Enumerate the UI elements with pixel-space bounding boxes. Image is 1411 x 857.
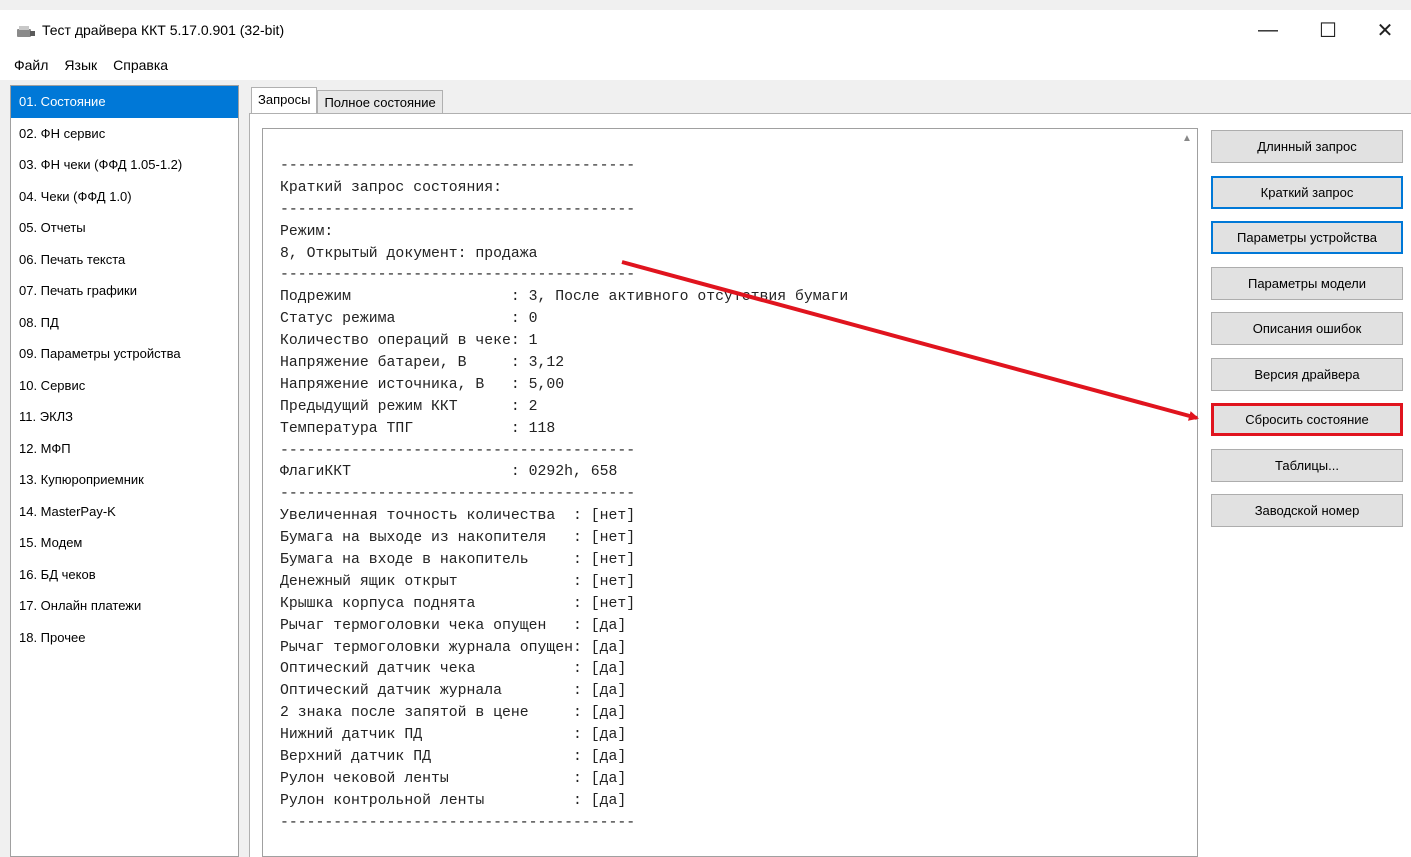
output-line: ---------------------------------------- [280, 442, 636, 459]
output-line: Подрежим : 3, После активного отсутствия… [280, 289, 849, 306]
output-line: Верхний датчик ПД : [да] [280, 749, 627, 766]
sidebar-item[interactable]: 14. MasterPay-K [11, 496, 238, 528]
output-lines: ----------------------------------------… [280, 156, 848, 835]
minimize-button[interactable]: — [1245, 10, 1291, 50]
tab-full-status[interactable]: Полное состояние [317, 90, 443, 114]
output-line: Увеличенная точность количества : [нет] [280, 508, 636, 525]
output-line: Температура ТПГ : 118 [280, 420, 556, 437]
output-line: Денежный ящик открыт : [нет] [280, 573, 636, 590]
output-line: ФлагиККТ : 0292h, 658 [280, 464, 618, 481]
action-button[interactable]: Версия драйвера [1211, 357, 1403, 391]
menu-language[interactable]: Язык [62, 55, 99, 75]
action-button[interactable]: Заводской номер [1211, 494, 1403, 527]
output-line: Нижний датчик ПД : [да] [280, 727, 627, 744]
output-line: Оптический датчик чека : [да] [280, 661, 627, 678]
output-line: Крышка корпуса поднята : [нет] [280, 595, 636, 612]
output-line: Количество операций в чеке: 1 [280, 333, 538, 350]
action-button[interactable]: Сбросить состояние [1211, 403, 1403, 436]
output-line: ---------------------------------------- [280, 267, 636, 284]
action-button[interactable]: Параметры модели [1211, 266, 1403, 300]
sidebar-item[interactable]: 05. Отчеты [11, 212, 238, 244]
output-line: Предыдущий режим ККТ : 2 [280, 398, 538, 415]
output-line: ---------------------------------------- [280, 158, 636, 174]
output-line: Рулон чековой ленты : [да] [280, 770, 627, 787]
menu-file[interactable]: Файл [12, 55, 50, 75]
sidebar-item[interactable]: 04. Чеки (ФФД 1.0) [11, 181, 238, 213]
sidebar-item[interactable]: 15. Модем [11, 527, 238, 559]
output-line: Режим: [280, 223, 334, 240]
sidebar-item[interactable]: 16. БД чеков [11, 559, 238, 591]
output-line: Бумага на выходе из накопителя : [нет] [280, 530, 636, 547]
sidebar-item[interactable]: 02. ФН сервис [11, 118, 238, 150]
action-button[interactable]: Параметры устройства [1211, 221, 1403, 254]
output-line: ---------------------------------------- [280, 201, 636, 218]
output-line: ---------------------------------------- [280, 814, 636, 831]
maximize-button[interactable]: ☐ [1305, 10, 1351, 50]
sidebar-item[interactable]: 06. Печать текста [11, 244, 238, 276]
output-line: Рулон контрольной ленты : [да] [280, 792, 627, 809]
menu-help[interactable]: Справка [111, 55, 170, 75]
sidebar-item[interactable]: 10. Сервис [11, 370, 238, 402]
action-buttons: Длинный запрос Краткий запрос Параметры ус… [1211, 130, 1403, 540]
output-line: Рычаг термоголовки журнала опущен: [да] [280, 639, 627, 656]
scroll-up-icon[interactable]: ▲ [1179, 131, 1195, 147]
action-button[interactable]: Таблицы... [1211, 448, 1403, 482]
sidebar-item[interactable]: 07. Печать графики [11, 275, 238, 307]
action-button[interactable]: Длинный запрос [1211, 130, 1403, 163]
sidebar-item[interactable]: 08. ПД [11, 307, 238, 339]
sidebar-item[interactable]: 03. ФН чеки (ФФД 1.05-1.2) [11, 149, 238, 181]
tab-requests[interactable]: Запросы [251, 87, 318, 114]
action-button[interactable]: Описания ошибок [1211, 312, 1403, 345]
output-line: ---------------------------------------- [280, 486, 636, 503]
tab-strip: Запросы Полное состояние [251, 87, 443, 114]
sidebar-item[interactable]: 11. ЭКЛЗ [11, 401, 238, 433]
sidebar-item[interactable]: 12. МФП [11, 433, 238, 465]
sidebar-item[interactable]: 18. Прочее [11, 622, 238, 654]
output-line: Рычаг термоголовки чека опущен : [да] [280, 617, 627, 634]
window-title: Тест драйвера ККТ 5.17.0.901 (32-bit) [42, 22, 285, 38]
sidebar-item[interactable]: 09. Параметры устройства [11, 338, 238, 370]
output-line: Бумага на входе в накопитель : [нет] [280, 552, 636, 569]
sidebar-nav-list: 01. Состояние 02. ФН сервис 03. ФН чеки (Ф… [10, 85, 239, 857]
sidebar-item[interactable]: 01. Состояние [11, 86, 238, 118]
sidebar-item[interactable]: 13. Купюроприемник [11, 464, 238, 496]
menu-bar: Файл Язык Справка [0, 50, 1411, 80]
output-line: Напряжение батареи, В : 3,12 [280, 355, 565, 372]
action-button[interactable]: Краткий запрос [1211, 175, 1403, 209]
output-line: Оптический датчик журнала : [да] [280, 683, 627, 700]
output-line: 8, Открытый документ: продажа [280, 245, 538, 262]
title-bar: Тест драйвера ККТ 5.17.0.901 (32-bit) — … [0, 10, 1411, 50]
app-icon [17, 26, 35, 37]
output-text-area[interactable]: ▲ --------------------------------------… [262, 128, 1198, 857]
output-line: 2 знака после запятой в цене : [да] [280, 705, 627, 722]
sidebar-item[interactable]: 17. Онлайн платежи [11, 590, 238, 622]
output-line: Напряжение источника, В : 5,00 [280, 376, 565, 393]
output-line: Статус режима : 0 [280, 311, 538, 328]
close-button[interactable]: ✕ [1362, 10, 1408, 50]
output-line: Краткий запрос состояния: [280, 179, 502, 196]
